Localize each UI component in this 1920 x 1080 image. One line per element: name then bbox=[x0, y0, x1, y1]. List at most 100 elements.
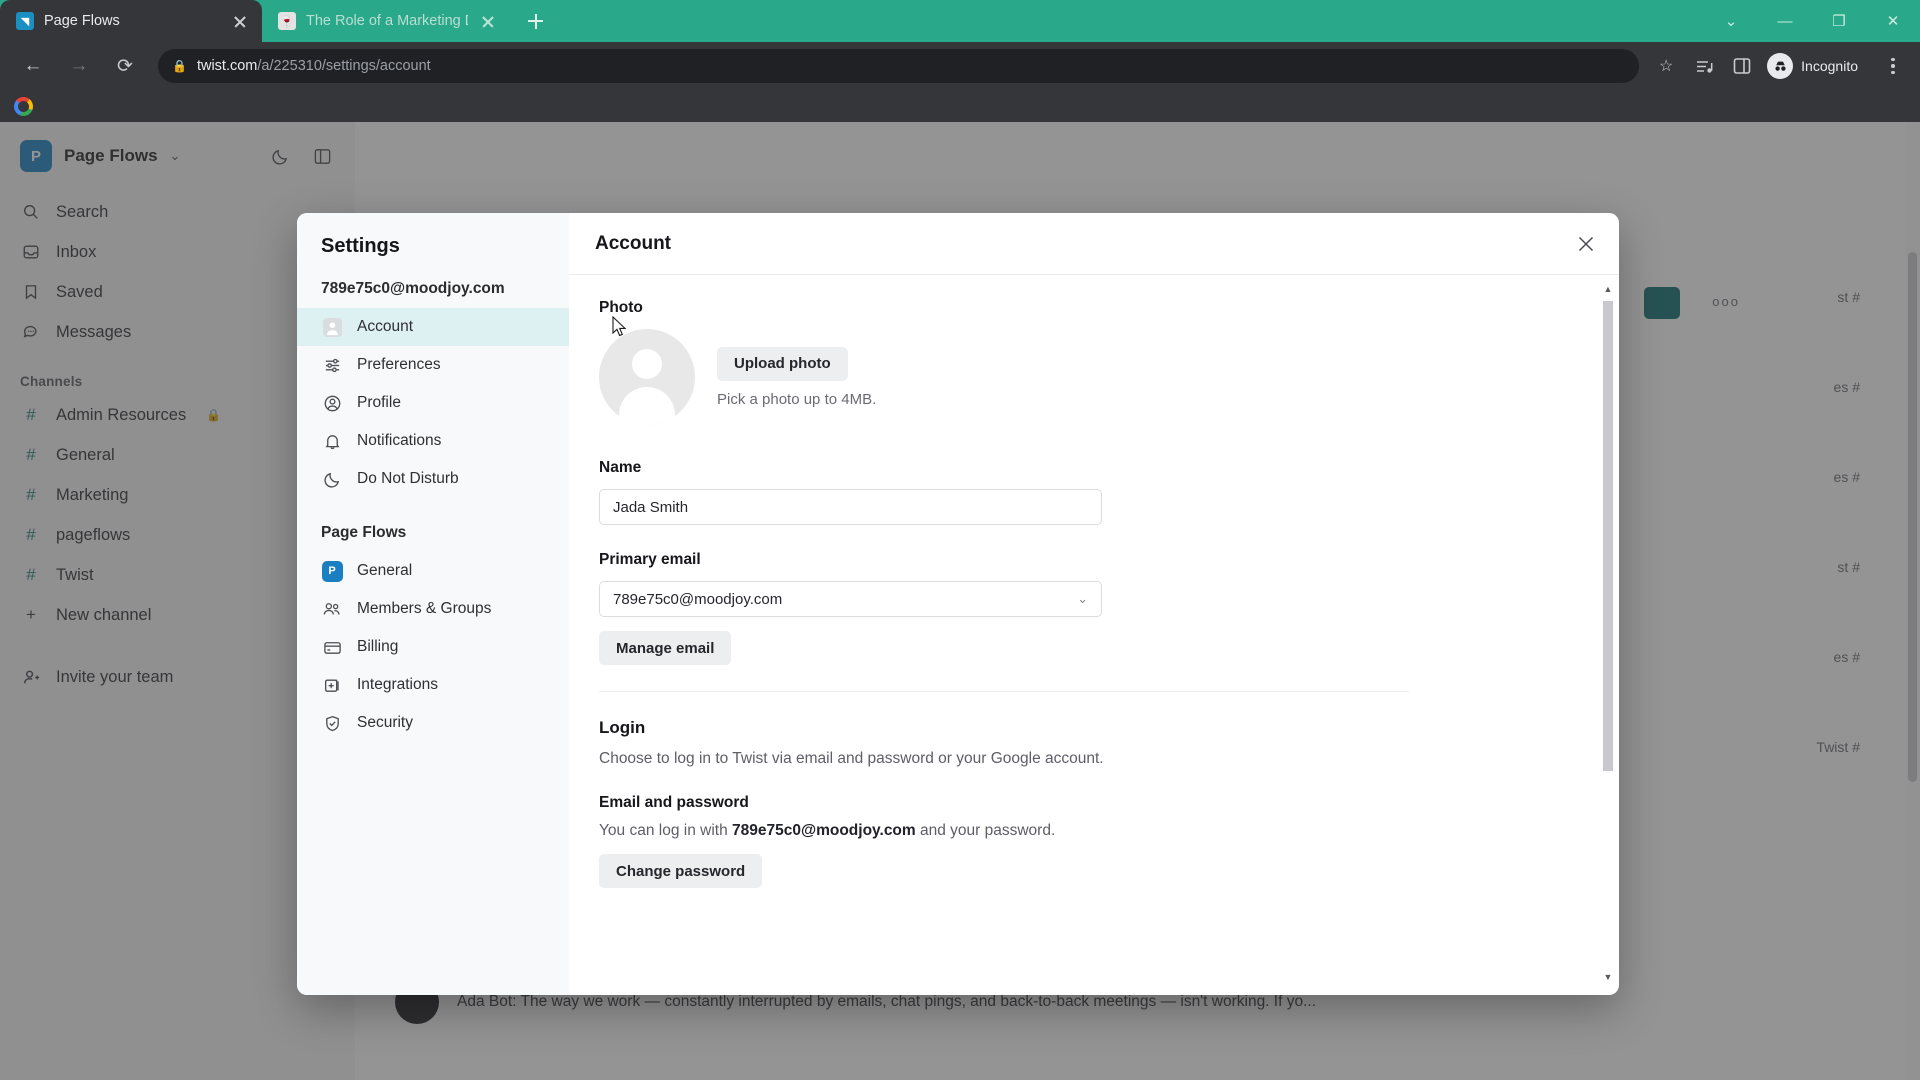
bell-icon bbox=[321, 432, 343, 451]
login-heading: Login bbox=[599, 718, 646, 737]
forward-icon[interactable]: → bbox=[61, 48, 97, 84]
close-window-icon[interactable]: ✕ bbox=[1866, 0, 1920, 42]
scroll-down-icon[interactable]: ▼ bbox=[1603, 971, 1613, 983]
settings-item-label: Members & Groups bbox=[357, 600, 492, 617]
settings-item-notifications[interactable]: Notifications bbox=[297, 422, 569, 460]
scroll-up-icon[interactable]: ▲ bbox=[1603, 283, 1613, 295]
email-password-pre: You can log in with bbox=[599, 822, 732, 839]
settings-item-account[interactable]: Account bbox=[297, 308, 569, 346]
settings-item-label: Security bbox=[357, 714, 413, 731]
bookmark-star-icon[interactable]: ☆ bbox=[1649, 49, 1683, 83]
integrations-icon bbox=[321, 676, 343, 695]
chevron-down-icon[interactable]: ⌄ bbox=[1704, 0, 1758, 42]
google-icon[interactable] bbox=[14, 96, 33, 116]
upload-photo-button[interactable]: Upload photo bbox=[717, 346, 848, 381]
settings-scrollbar-thumb[interactable] bbox=[1603, 301, 1613, 771]
settings-item-profile[interactable]: Profile bbox=[297, 384, 569, 422]
photo-label: Photo bbox=[599, 299, 643, 316]
close-icon[interactable] bbox=[230, 11, 250, 31]
settings-workspace-group-title: Page Flows bbox=[321, 524, 407, 541]
settings-item-label: Preferences bbox=[357, 356, 441, 373]
mouse-cursor bbox=[612, 316, 627, 337]
page-title: Account bbox=[595, 232, 671, 254]
incognito-icon bbox=[1767, 53, 1794, 79]
settings-item-do-not-disturb[interactable]: Do Not Disturb bbox=[297, 460, 569, 498]
settings-item-general[interactable]: P General bbox=[297, 552, 569, 590]
section-divider bbox=[599, 691, 1409, 692]
new-tab-button[interactable] bbox=[518, 4, 552, 38]
settings-account-email: 789e75c0@moodjoy.com bbox=[321, 280, 505, 297]
window-controls: ⌄ — ❐ ✕ bbox=[1704, 0, 1920, 42]
side-panel-icon[interactable] bbox=[1725, 49, 1759, 83]
address-domain: twist.com bbox=[196, 58, 258, 74]
profile-incognito-button[interactable]: Incognito bbox=[1763, 49, 1872, 83]
settings-item-preferences[interactable]: Preferences bbox=[297, 346, 569, 384]
restore-icon[interactable]: ❐ bbox=[1812, 0, 1866, 42]
settings-item-integrations[interactable]: Integrations bbox=[297, 666, 569, 704]
browser-tab-inactive[interactable]: 🍷 The Role of a Marketing Depart bbox=[262, 0, 510, 42]
settings-item-security[interactable]: Security bbox=[297, 704, 569, 742]
sliders-icon bbox=[321, 356, 343, 375]
card-icon bbox=[321, 638, 343, 657]
primary-email-label: Primary email bbox=[599, 551, 701, 568]
pageflows-favicon: ◥ bbox=[16, 12, 34, 30]
email-password-address: 789e75c0@moodjoy.com bbox=[732, 822, 916, 839]
settings-panel-content: Photo Upload photo Pick a photo up to 4M… bbox=[569, 275, 1619, 995]
back-icon[interactable]: ← bbox=[15, 48, 51, 84]
settings-item-label: Account bbox=[357, 318, 414, 335]
bookmarks-bar bbox=[0, 90, 1920, 122]
primary-email-block: Primary email 789e75c0@moodjoy.com ⌄ Man… bbox=[599, 551, 1589, 665]
email-password-description: You can log in with 789e75c0@moodjoy.com… bbox=[599, 822, 1589, 840]
address-bar[interactable]: 🔒 twist.com/a/225310/settings/account bbox=[158, 49, 1640, 83]
settings-item-label: Integrations bbox=[357, 676, 438, 693]
default-avatar-icon bbox=[599, 329, 695, 425]
name-field-block: Name Jada Smith bbox=[599, 459, 1589, 525]
settings-item-members-groups[interactable]: Members & Groups bbox=[297, 590, 569, 628]
browser-tab-active[interactable]: ◥ Page Flows bbox=[0, 0, 262, 42]
photo-hint: Pick a photo up to 4MB. bbox=[717, 390, 877, 408]
email-password-heading: Email and password bbox=[599, 794, 749, 811]
email-password-post: and your password. bbox=[915, 822, 1056, 839]
article-favicon: 🍷 bbox=[278, 12, 296, 30]
name-input[interactable]: Jada Smith bbox=[599, 489, 1102, 525]
photo-row: Upload photo Pick a photo up to 4MB. bbox=[599, 329, 1589, 425]
name-label: Name bbox=[599, 459, 642, 476]
close-icon[interactable] bbox=[1571, 229, 1601, 259]
moon-icon bbox=[321, 470, 343, 489]
settings-item-label: Notifications bbox=[357, 432, 442, 449]
lock-icon: 🔒 bbox=[172, 59, 187, 73]
close-icon[interactable] bbox=[478, 11, 498, 31]
settings-item-label: General bbox=[357, 562, 413, 579]
settings-scrollbar[interactable]: ▲ ▼ bbox=[1603, 283, 1613, 983]
reload-icon[interactable]: ⟳ bbox=[107, 48, 143, 84]
address-path: /a/225310/settings/account bbox=[257, 58, 431, 74]
manage-email-button[interactable]: Manage email bbox=[599, 631, 732, 665]
workspace-badge-icon: P bbox=[321, 560, 343, 582]
settings-sidebar: Settings 789e75c0@moodjoy.com Account Pr… bbox=[297, 213, 569, 995]
settings-panel-header: Account bbox=[569, 213, 1619, 275]
minimize-icon[interactable]: — bbox=[1758, 0, 1812, 42]
settings-item-label: Billing bbox=[357, 638, 399, 655]
browser-menu-icon[interactable] bbox=[1876, 49, 1910, 83]
login-description: Choose to log in to Twist via email and … bbox=[599, 750, 1104, 767]
profile-icon bbox=[321, 394, 343, 413]
primary-email-value: 789e75c0@moodjoy.com bbox=[613, 590, 783, 608]
settings-item-label: Do Not Disturb bbox=[357, 470, 459, 487]
profile-label: Incognito bbox=[1801, 58, 1858, 74]
tab-title: Page Flows bbox=[44, 13, 120, 29]
settings-panel: Account Photo Upload photo Pick a photo … bbox=[569, 213, 1619, 995]
address-text: twist.com/a/225310/settings/account bbox=[197, 58, 431, 74]
tab-title: The Role of a Marketing Depart bbox=[306, 13, 468, 29]
browser-toolbar: ← → ⟳ 🔒 twist.com/a/225310/settings/acco… bbox=[0, 42, 1920, 90]
account-icon bbox=[321, 317, 343, 337]
shield-icon bbox=[321, 714, 343, 733]
toolbar-actions: ☆ Incognito bbox=[1649, 49, 1910, 83]
primary-email-select[interactable]: 789e75c0@moodjoy.com ⌄ bbox=[599, 581, 1102, 617]
chevron-down-icon: ⌄ bbox=[1077, 591, 1088, 606]
settings-item-billing[interactable]: Billing bbox=[297, 628, 569, 666]
reading-list-icon[interactable] bbox=[1687, 49, 1721, 83]
settings-title: Settings bbox=[321, 235, 400, 257]
settings-modal: Settings 789e75c0@moodjoy.com Account Pr… bbox=[297, 213, 1619, 995]
people-icon bbox=[321, 599, 343, 619]
change-password-button[interactable]: Change password bbox=[599, 854, 763, 888]
